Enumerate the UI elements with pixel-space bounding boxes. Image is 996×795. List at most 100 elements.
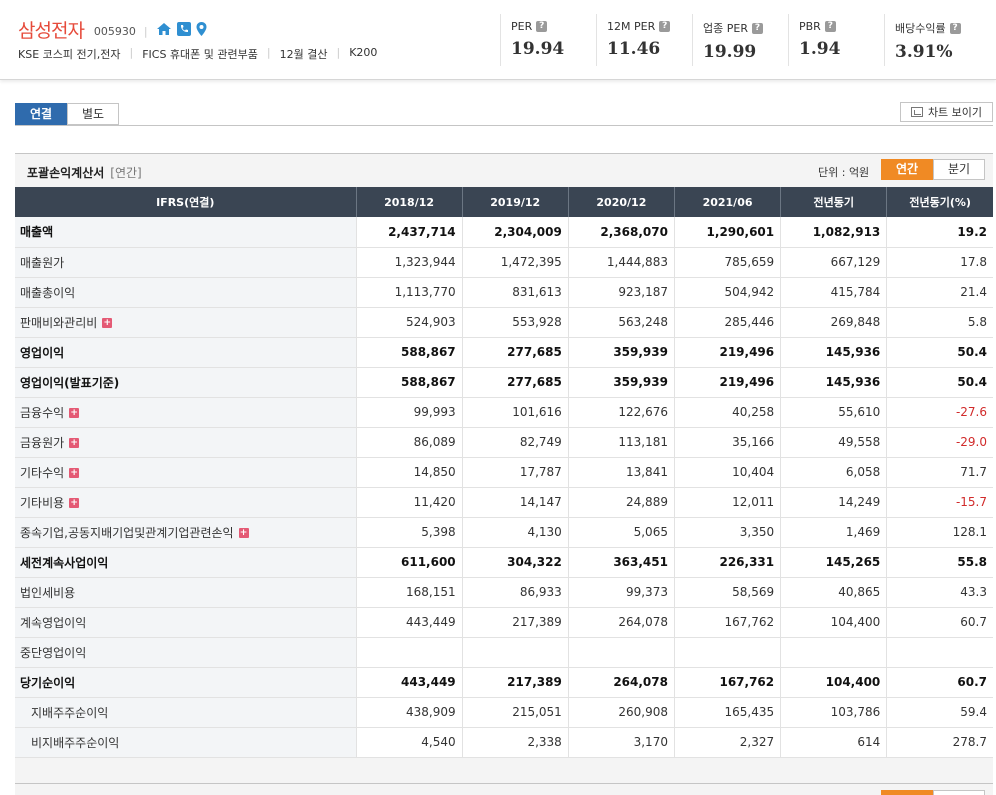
row-label-cell: 매출총이익 [15, 277, 357, 308]
row-label: 매출총이익 [20, 285, 76, 300]
section-title: 포괄손익계산서 [연간] [27, 164, 142, 181]
toggle-annual[interactable] [881, 790, 933, 795]
toggle-quarter[interactable]: 분기 [933, 159, 985, 180]
value-cell: 17.8 [886, 247, 993, 278]
value-cell: 168,151 [356, 577, 463, 608]
row-label: 법인세비용 [20, 585, 76, 600]
value-cell [674, 637, 782, 668]
row-label: 세전계속사업이익 [20, 555, 109, 570]
value-cell: 264,078 [568, 607, 675, 638]
row-label-cell: 매출액 [15, 217, 357, 248]
table-header-row: IFRS(연결) 2018/12 2019/12 2020/12 2021/06… [15, 187, 993, 217]
value-cell: 1,290,601 [674, 217, 782, 248]
income-statement-table: IFRS(연결) 2018/12 2019/12 2020/12 2021/06… [15, 187, 993, 758]
value-cell: 6,058 [780, 457, 888, 488]
meta-market: KSE 코스피 전기,전자 [18, 48, 121, 61]
value-cell: -15.7 [886, 487, 993, 518]
value-cell: 40,258 [674, 396, 782, 428]
row-label-cell: 기타수익 + [15, 457, 357, 488]
expand-icon[interactable]: + [69, 438, 80, 448]
unit-label: 단위 : 억원 [818, 166, 870, 179]
value-cell: 1,444,883 [568, 247, 675, 278]
value-cell: 145,936 [780, 336, 888, 368]
table-row: 지배주주순이익 438,909 215,051 260,908 165,435 103,7… [15, 697, 993, 728]
value-cell: 553,928 [462, 307, 569, 338]
show-chart-button[interactable]: 차트 보이기 [900, 102, 993, 122]
value-cell: 588,867 [356, 336, 463, 368]
value-cell: 269,848 [780, 307, 888, 338]
value-cell: 277,685 [462, 336, 569, 368]
value-cell: 40,865 [780, 577, 888, 608]
show-chart-label: 차트 보이기 [927, 106, 983, 119]
value-cell: 524,903 [356, 307, 463, 338]
value-cell: 217,389 [462, 666, 569, 698]
value-cell: 2,368,070 [568, 217, 675, 248]
help-icon[interactable]: ? [949, 22, 961, 34]
value-cell: 1,082,913 [780, 217, 888, 248]
home-icon[interactable] [156, 22, 172, 39]
meta-index: K200 [349, 46, 378, 59]
value-cell: 264,078 [568, 666, 675, 698]
income-statement-section: 포괄손익계산서 [연간] 단위 : 억원 연간 분기 IFRS(연결) 2018/… [15, 153, 993, 795]
value-cell: 50.4 [886, 367, 993, 398]
row-label-cell: 세전계속사업이익 [15, 546, 357, 578]
value-cell: 785,659 [674, 247, 782, 278]
company-name[interactable]: 삼성전자 [18, 16, 85, 43]
row-label-cell: 법인세비용 [15, 577, 357, 608]
row-label: 판매비와관리비 [20, 315, 98, 330]
location-pin-icon[interactable] [196, 22, 207, 39]
help-icon[interactable]: ? [536, 21, 548, 32]
value-cell: 5.8 [886, 307, 993, 338]
divider: | [336, 46, 341, 59]
expand-icon[interactable]: + [69, 468, 80, 478]
company-title-row: 삼성전자 005930 | [18, 16, 212, 43]
table-row: 금융수익 +99,993 101,616 122,676 40,258 55,610 -27… [15, 396, 993, 428]
value-cell: 10,404 [674, 457, 782, 488]
value-cell: 145,265 [780, 546, 888, 578]
row-label-cell: 당기순이익 [15, 666, 357, 698]
value-cell: 415,784 [780, 277, 888, 308]
value-cell: 363,451 [568, 546, 675, 578]
expand-icon[interactable]: + [69, 498, 80, 508]
tab-separate[interactable]: 별도 [67, 103, 119, 125]
metric-sector-per: 업종 PER? 19.99 [692, 14, 788, 66]
row-label: 기타비용 [20, 495, 65, 510]
value-cell: 219,496 [674, 367, 782, 398]
company-header: 삼성전자 005930 | KSE 코스피 전기,전자 | FICS 휴대폰 및… [0, 0, 996, 80]
value-cell: 104,400 [780, 666, 888, 698]
value-cell: 17,787 [462, 457, 569, 488]
value-cell: 13,841 [568, 457, 675, 488]
value-cell: -29.0 [886, 427, 993, 458]
metric-pbr: PBR? 1.94 [788, 14, 884, 66]
value-cell: 103,786 [780, 697, 888, 728]
phone-icon[interactable] [176, 22, 191, 39]
expand-icon[interactable]: + [238, 528, 249, 538]
value-cell: 2,437,714 [356, 217, 463, 248]
help-icon[interactable]: ? [659, 21, 671, 32]
row-label: 종속기업,공동지배기업및관계기업관련손익 [20, 525, 234, 540]
metric-label: 배당수익률 [895, 22, 946, 35]
value-cell: 60.7 [886, 666, 993, 698]
divider: | [129, 46, 134, 59]
expand-icon[interactable]: + [69, 408, 80, 418]
value-cell: 19.2 [886, 217, 993, 248]
value-cell: 5,065 [568, 517, 675, 548]
value-cell: 611,600 [356, 546, 463, 578]
expand-icon[interactable]: + [102, 318, 113, 328]
period-toggle: 연간 분기 [881, 159, 985, 180]
value-cell: 59.4 [886, 697, 993, 728]
row-label: 금융수익 [20, 405, 65, 420]
row-label-cell: 매출원가 [15, 247, 357, 278]
tab-consolidated[interactable]: 연결 [15, 103, 67, 125]
value-cell: 55.8 [886, 546, 993, 578]
row-label: 매출액 [20, 225, 54, 240]
column-header: IFRS(연결) [15, 187, 357, 217]
row-label-cell: 영업이익(발표기준) [15, 367, 357, 398]
value-cell: 219,496 [674, 336, 782, 368]
table-row: 매출액 2,437,714 2,304,009 2,368,070 1,290,601 1… [15, 217, 993, 248]
help-icon[interactable]: ? [751, 22, 763, 34]
table-row: 종속기업,공동지배기업및관계기업관련손익 +5,398 4,130 5,065 3,35… [15, 517, 993, 548]
help-icon[interactable]: ? [824, 21, 836, 32]
toggle-annual[interactable]: 연간 [881, 159, 933, 180]
toggle-quarter[interactable] [933, 790, 985, 795]
